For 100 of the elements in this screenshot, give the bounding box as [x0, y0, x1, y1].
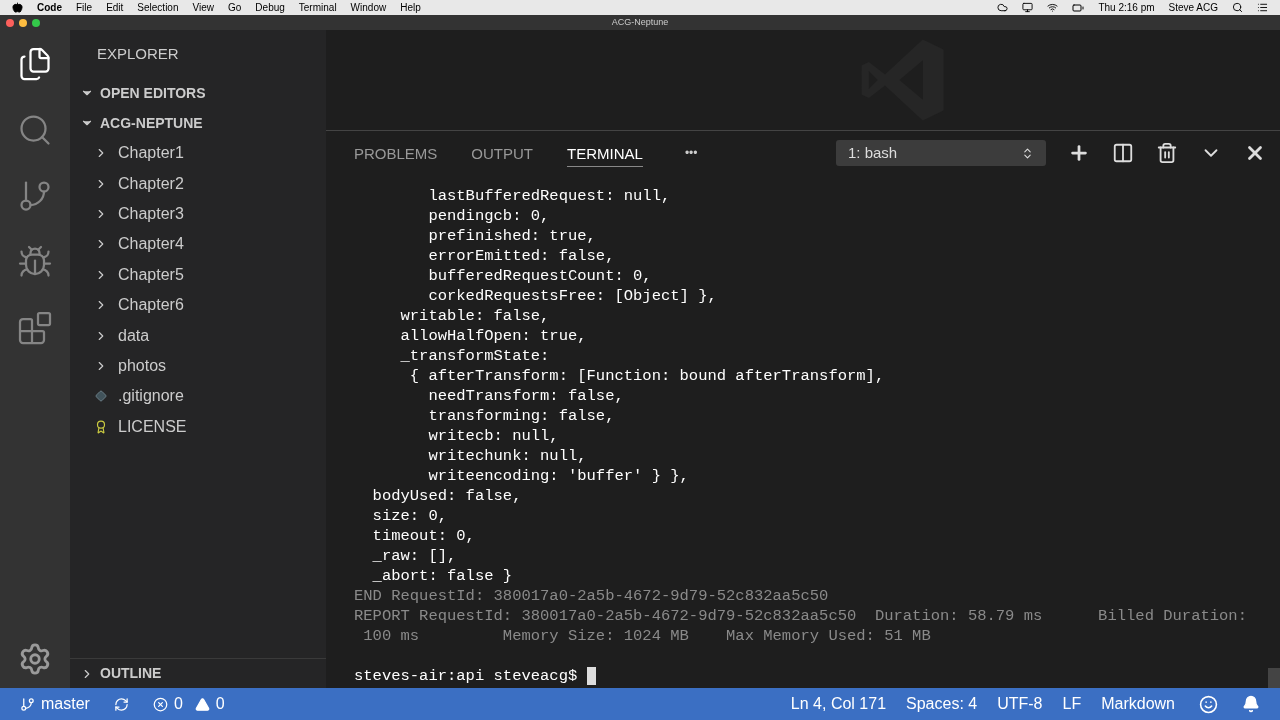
tree-item[interactable]: Chapter1	[70, 138, 326, 169]
terminal-line: 100 ms Memory Size: 1024 MB Max Memory Used: 51 MB	[362, 626, 931, 646]
user-name[interactable]: Steve ACG	[1168, 0, 1218, 15]
branch-name[interactable]: master	[41, 692, 90, 716]
item-label: Chapter3	[118, 203, 184, 224]
menu-item[interactable]: Debug	[255, 0, 285, 15]
status-item[interactable]: UTF-8	[997, 692, 1043, 716]
status-item[interactable]: Markdown	[1101, 692, 1175, 716]
menu-item[interactable]: File	[76, 0, 93, 15]
terminal-line: { afterTransform: [Function: bound afterTransform],	[408, 366, 885, 386]
wifi-icon[interactable]	[1047, 2, 1059, 13]
tree-item[interactable]: Chapter2	[70, 168, 326, 199]
settings-icon[interactable]	[18, 642, 52, 676]
terminal-line: prefinished: true,	[427, 226, 596, 246]
item-label: LICENSE	[118, 416, 187, 437]
status-item[interactable]: Spaces: 4	[906, 692, 978, 716]
search-icon[interactable]	[1232, 2, 1243, 13]
add-icon[interactable]	[1068, 142, 1090, 164]
item-label: Chapter4	[118, 234, 184, 255]
terminal-line: errorEmitted: false,	[427, 246, 615, 266]
terminal-line: transforming: false,	[427, 406, 615, 426]
section-label: ACG-NEPTUNE	[100, 113, 203, 133]
battery-icon[interactable]	[1072, 1, 1085, 14]
bell-icon[interactable]	[1242, 695, 1260, 713]
scm-icon[interactable]	[17, 178, 53, 214]
branch-icon[interactable]	[20, 696, 35, 712]
tree-item[interactable]: .gitignore	[70, 381, 326, 412]
files-icon[interactable]	[17, 46, 53, 82]
section-label: OUTLINE	[100, 664, 162, 683]
debug-icon[interactable]	[17, 244, 53, 280]
tree-item[interactable]: data	[70, 320, 326, 351]
diamond-icon	[94, 390, 108, 403]
menu-item[interactable]: View	[192, 0, 214, 15]
apple-icon[interactable]	[12, 2, 23, 13]
terminal-line: writechunk: null,	[427, 446, 587, 466]
error-count[interactable]: 0	[173, 692, 183, 716]
terminal-line: writecb: null,	[427, 426, 559, 446]
split-icon[interactable]	[1112, 142, 1134, 164]
status-item[interactable]: LF	[1062, 692, 1082, 716]
menu-item[interactable]: Edit	[106, 0, 124, 15]
item-label: data	[118, 325, 150, 346]
section-header[interactable]: ACG-NEPTUNE	[70, 108, 326, 138]
item-label: Chapter6	[118, 295, 184, 316]
warning-count[interactable]: 0	[215, 692, 225, 716]
tree-item[interactable]: Chapter4	[70, 229, 326, 260]
tree-item[interactable]: Chapter6	[70, 289, 326, 321]
terminal-line: size: 0,	[371, 506, 447, 526]
terminal-line: writeencoding: 'buffer' } },	[427, 466, 689, 486]
select-value: 1: bash	[848, 142, 898, 163]
terminal-line: END RequestId: 380017a0-2a5b-4672-9d79-52c832aa5c50	[354, 586, 829, 606]
tree-item[interactable]: photos	[70, 350, 326, 382]
cursor-icon	[586, 667, 596, 685]
terminal-line: bodyUsed: false,	[371, 486, 522, 506]
item-label: Chapter1	[118, 143, 184, 164]
trash-icon[interactable]	[1156, 142, 1178, 164]
tree-item[interactable]: Chapter5	[70, 259, 326, 290]
terminal-prompt: steves-air:api steveacg$	[354, 666, 596, 686]
cloud-icon[interactable]	[997, 2, 1009, 13]
menu-item[interactable]: Help	[400, 0, 421, 15]
sidebar-title: EXPLORER	[96, 44, 180, 65]
menu-item[interactable]: Terminal	[298, 0, 337, 15]
terminal-line: _raw: [],	[371, 546, 457, 566]
item-label: Chapter5	[118, 264, 184, 285]
terminal-line: lastBufferedRequest: null,	[427, 186, 671, 206]
clock[interactable]: Thu 2:16 pm	[1098, 0, 1155, 15]
terminal-line: corkedRequestsFree: [Object] },	[427, 286, 717, 306]
display-icon[interactable]	[1022, 2, 1034, 13]
terminal-line: REPORT RequestId: 380017a0-2a5b-4672-9d79-52c832aa5c50 Duration: 58.79 ms Billed Duration:	[354, 606, 1247, 626]
error-icon[interactable]	[152, 696, 168, 712]
updown-arrows-icon	[1021, 146, 1034, 160]
terminal-line: pendingcb: 0,	[427, 206, 550, 226]
app-menu[interactable]: Code	[37, 0, 62, 15]
terminal-select[interactable]: 1: bash	[836, 140, 1046, 166]
terminal-line: bufferedRequestCount: 0,	[427, 266, 652, 286]
tree-item[interactable]: LICENSE	[70, 411, 326, 442]
menu-item[interactable]: Window	[350, 0, 387, 15]
item-label: Chapter2	[118, 173, 184, 194]
panel-tab[interactable]: PROBLEMS	[354, 139, 438, 167]
list-icon[interactable]	[1257, 2, 1268, 13]
panel-tab[interactable]: OUTPUT	[471, 139, 534, 167]
more-button[interactable]: •••	[684, 144, 698, 162]
menu-item[interactable]: Selection	[137, 0, 179, 15]
panel-tab[interactable]: TERMINAL	[567, 139, 643, 167]
section-header[interactable]: OPEN EDITORS	[70, 78, 326, 108]
terminal-line: writable: false,	[399, 306, 550, 326]
terminal-line: _abort: false }	[371, 566, 513, 586]
smiley-icon[interactable]	[1199, 694, 1218, 714]
menu-item[interactable]: Go	[228, 0, 242, 15]
terminal-line: _transformState:	[399, 346, 550, 366]
extensions-icon[interactable]	[17, 310, 53, 346]
window-title: ACG-Neptune	[611, 15, 669, 29]
terminal-line: needTransform: false,	[427, 386, 624, 406]
warning-icon[interactable]	[194, 696, 210, 712]
status-item[interactable]: Ln 4, Col 171	[790, 692, 887, 716]
item-label: .gitignore	[118, 386, 184, 407]
tree-item[interactable]: Chapter3	[70, 198, 326, 230]
terminal-line: timeout: 0,	[371, 526, 475, 546]
sync-icon[interactable]	[113, 696, 129, 712]
ribbon-icon	[94, 419, 108, 434]
item-label: photos	[118, 355, 167, 376]
